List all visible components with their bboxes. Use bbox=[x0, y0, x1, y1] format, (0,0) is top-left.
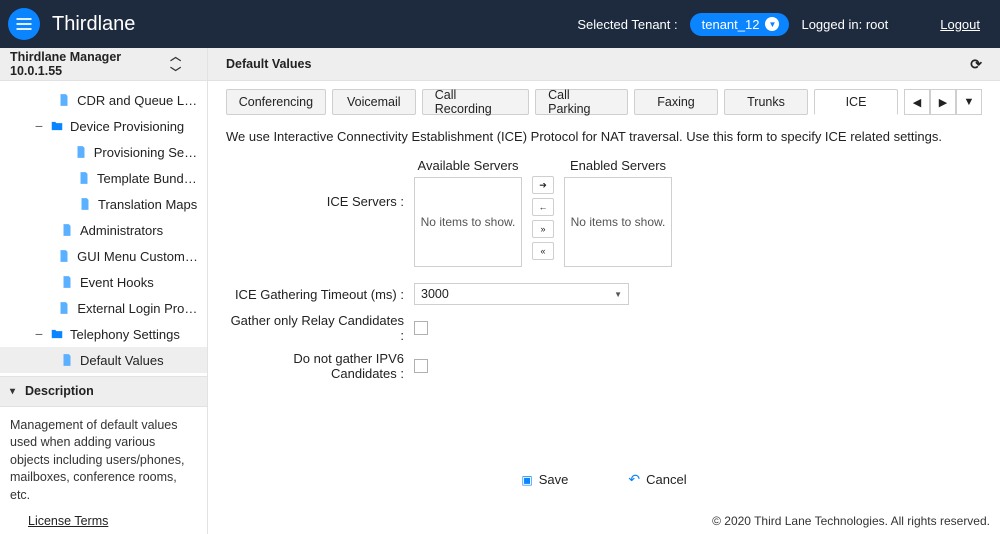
logout-link[interactable]: Logout bbox=[940, 17, 980, 32]
sidebar-item-device-provisioning[interactable]: −Device Provisioning bbox=[0, 113, 207, 139]
sidebar-item-external-login-provi[interactable]: External Login Provi... bbox=[0, 295, 207, 321]
file-icon bbox=[57, 301, 71, 315]
save-button[interactable]: ▣ Save bbox=[521, 471, 568, 488]
move-left-button[interactable]: ← bbox=[532, 198, 554, 216]
nav-label: GUI Menu Customiz... bbox=[77, 249, 199, 264]
nav-tree: CDR and Queue Logs −Device Provisioning Pr… bbox=[0, 81, 207, 376]
enabled-servers-list[interactable]: No items to show. bbox=[564, 177, 672, 267]
available-servers-list[interactable]: No items to show. bbox=[414, 177, 522, 267]
tenant-selector[interactable]: tenant_12 ▼ bbox=[690, 13, 790, 36]
refresh-icon[interactable]: ⟳ bbox=[970, 56, 982, 73]
nav-label: Template Bundles bbox=[97, 171, 199, 186]
tab-voicemail[interactable]: Voicemail bbox=[332, 89, 416, 115]
description-title: Description bbox=[25, 384, 94, 398]
tab-ice[interactable]: ICE bbox=[814, 89, 898, 115]
tab-call-recording[interactable]: Call Recording bbox=[422, 89, 529, 115]
relay-checkbox[interactable] bbox=[414, 321, 428, 335]
file-icon bbox=[57, 93, 71, 107]
move-all-right-button[interactable]: » bbox=[532, 220, 554, 238]
brand-name: Thirdlane bbox=[52, 13, 135, 36]
main-panel: Default Values ⟳ ConferencingVoicemailCa… bbox=[208, 48, 1000, 534]
caret-down-icon: ▼ bbox=[614, 290, 622, 299]
sidebar-item-event-hooks[interactable]: Event Hooks bbox=[0, 269, 207, 295]
tab-trunks[interactable]: Trunks bbox=[724, 89, 808, 115]
description-body: Management of default values used when a… bbox=[0, 407, 207, 513]
timeout-label: ICE Gathering Timeout (ms) : bbox=[226, 287, 414, 302]
sidebar-item-default-values[interactable]: Default Values bbox=[0, 347, 207, 373]
relay-label: Gather only Relay Candidates : bbox=[226, 313, 414, 343]
nav-label: Provisioning Setti... bbox=[94, 145, 199, 160]
file-icon bbox=[60, 275, 74, 289]
tab-dropdown-button[interactable]: ▼ bbox=[956, 89, 982, 115]
ipv6-checkbox[interactable] bbox=[414, 359, 428, 373]
save-icon: ▣ bbox=[521, 473, 532, 487]
license-terms-link[interactable]: License Terms bbox=[0, 512, 207, 534]
tab-call-parking[interactable]: Call Parking bbox=[535, 89, 628, 115]
file-icon bbox=[57, 249, 71, 263]
sidebar-item-cdr-and-queue-logs[interactable]: CDR and Queue Logs bbox=[0, 87, 207, 113]
main-header: Default Values ⟳ bbox=[208, 48, 1000, 81]
file-icon bbox=[74, 145, 88, 159]
ice-servers-label: ICE Servers : bbox=[226, 158, 414, 209]
available-servers-title: Available Servers bbox=[418, 158, 519, 173]
timeout-value: 3000 bbox=[421, 287, 449, 301]
nav-label: Device Provisioning bbox=[70, 119, 184, 134]
shuttle-controls: ➔ ← » « bbox=[522, 158, 564, 260]
file-icon bbox=[60, 353, 74, 367]
tenant-name: tenant_12 bbox=[702, 17, 760, 32]
brand-logo bbox=[8, 8, 40, 40]
enabled-servers-title: Enabled Servers bbox=[570, 158, 666, 173]
nav-label: External Login Provi... bbox=[77, 301, 199, 316]
timeout-select[interactable]: 3000 ▼ bbox=[414, 283, 629, 305]
file-icon bbox=[60, 223, 74, 237]
sidebar-item-administrators[interactable]: Administrators bbox=[0, 217, 207, 243]
cancel-button[interactable]: ↶ Cancel bbox=[628, 471, 686, 488]
tab-nav: ◀ ▶ ▼ bbox=[904, 89, 982, 115]
undo-icon: ↶ bbox=[628, 471, 640, 488]
footer-copyright: © 2020 Third Lane Technologies. All righ… bbox=[702, 508, 1000, 534]
nav-label: Default Values bbox=[80, 353, 164, 368]
sidebar-item-telephony-settings[interactable]: −Telephony Settings bbox=[0, 321, 207, 347]
nav-label: CDR and Queue Logs bbox=[77, 93, 199, 108]
intro-text: We use Interactive Connectivity Establis… bbox=[226, 129, 982, 144]
top-bar: Thirdlane Selected Tenant : tenant_12 ▼ … bbox=[0, 0, 1000, 48]
chevron-down-icon: ▾ bbox=[10, 386, 15, 397]
header-right: Selected Tenant : tenant_12 ▼ Logged in:… bbox=[577, 13, 980, 36]
nav-label: Translation Maps bbox=[98, 197, 197, 212]
move-all-left-button[interactable]: « bbox=[532, 242, 554, 260]
folder-icon bbox=[50, 327, 64, 341]
page-title: Default Values bbox=[226, 57, 311, 71]
folder-icon bbox=[50, 119, 64, 133]
file-icon bbox=[78, 197, 92, 211]
file-icon bbox=[77, 171, 91, 185]
tab-next-button[interactable]: ▶ bbox=[930, 89, 956, 115]
nav-label: Event Hooks bbox=[80, 275, 154, 290]
nav-label: Administrators bbox=[80, 223, 163, 238]
tab-faxing[interactable]: Faxing bbox=[634, 89, 718, 115]
selected-tenant-label: Selected Tenant : bbox=[577, 17, 677, 32]
move-right-button[interactable]: ➔ bbox=[532, 176, 554, 194]
logged-in-label: Logged in: root bbox=[801, 17, 888, 32]
sidebar: Thirdlane Manager 10.0.1.55 ︿ ﹀ CDR and … bbox=[0, 48, 208, 534]
chevron-down-icon: ▼ bbox=[765, 17, 779, 31]
sidebar-item-gui-menu-customiz[interactable]: GUI Menu Customiz... bbox=[0, 243, 207, 269]
nav-label: Telephony Settings bbox=[70, 327, 180, 342]
sidebar-collapse-icons[interactable]: ︿ ﹀ bbox=[170, 48, 197, 80]
sidebar-title: Thirdlane Manager 10.0.1.55 bbox=[10, 50, 170, 78]
description-header[interactable]: ▾ Description bbox=[0, 377, 207, 407]
tab-bar: ConferencingVoicemailCall RecordingCall … bbox=[208, 81, 1000, 115]
tab-prev-button[interactable]: ◀ bbox=[904, 89, 930, 115]
ipv6-label: Do not gather IPV6 Candidates : bbox=[226, 351, 414, 381]
sidebar-item-provisioning-setti[interactable]: Provisioning Setti... bbox=[0, 139, 207, 165]
sidebar-item-template-bundles[interactable]: Template Bundles bbox=[0, 165, 207, 191]
sidebar-item-translation-maps[interactable]: Translation Maps bbox=[0, 191, 207, 217]
tab-conferencing[interactable]: Conferencing bbox=[226, 89, 326, 115]
sidebar-header: Thirdlane Manager 10.0.1.55 ︿ ﹀ bbox=[0, 48, 207, 81]
